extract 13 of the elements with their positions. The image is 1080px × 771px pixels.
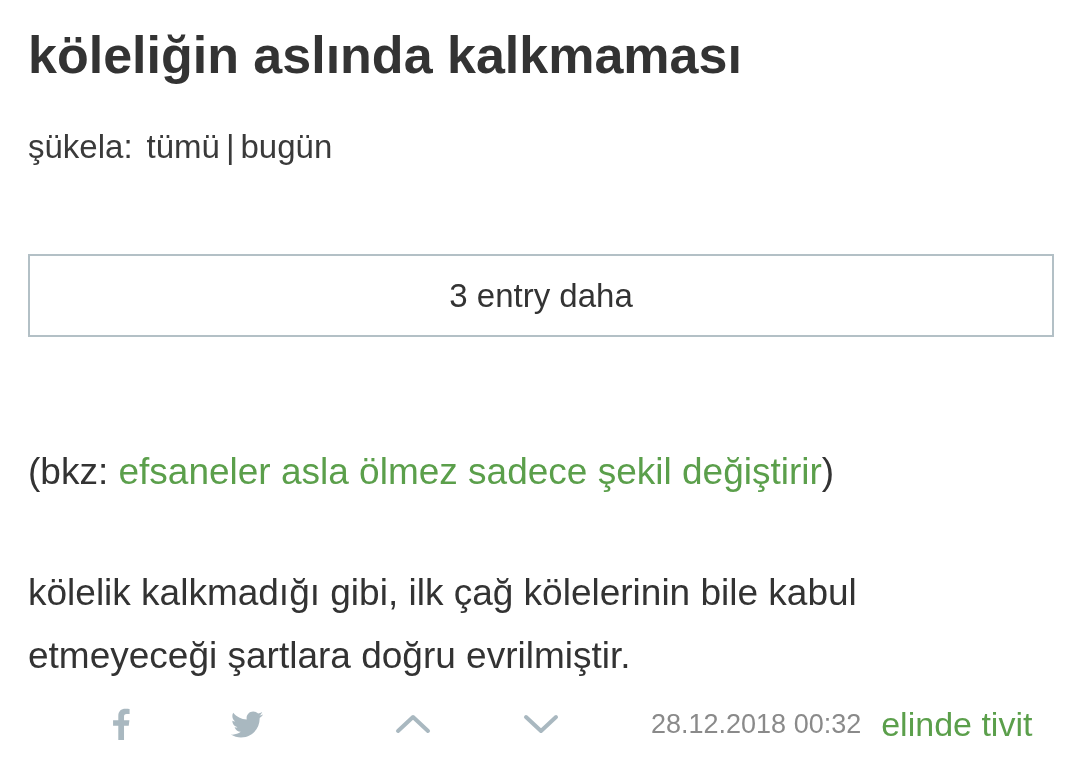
- entry-date: 28.12.2018 00:32: [651, 708, 862, 740]
- facebook-icon[interactable]: [113, 708, 130, 740]
- filter-link[interactable]: tümü: [146, 126, 220, 168]
- more-entries-button[interactable]: 3 entry daha: [28, 254, 1054, 337]
- entry-text: kölelik kalkmadığı gibi, ilk çağ kölelerinin bile kabul etmeyeceği şartlara doğru evrilmiştir.: [28, 571, 858, 678]
- entry-title: köleliğin aslında kalkmaması: [28, 25, 742, 86]
- see-also-reference: (bkz: efsaneler asla ölmez sadece şekil değiştirir): [28, 450, 835, 494]
- bird-icon[interactable]: [231, 710, 263, 738]
- down-chevron-icon[interactable]: [523, 714, 559, 734]
- up-chevron-icon[interactable]: [395, 714, 431, 734]
- filter-link[interactable]: bugün: [240, 126, 333, 168]
- separator: |: [225, 127, 235, 167]
- filter-label: şükela:: [28, 127, 133, 167]
